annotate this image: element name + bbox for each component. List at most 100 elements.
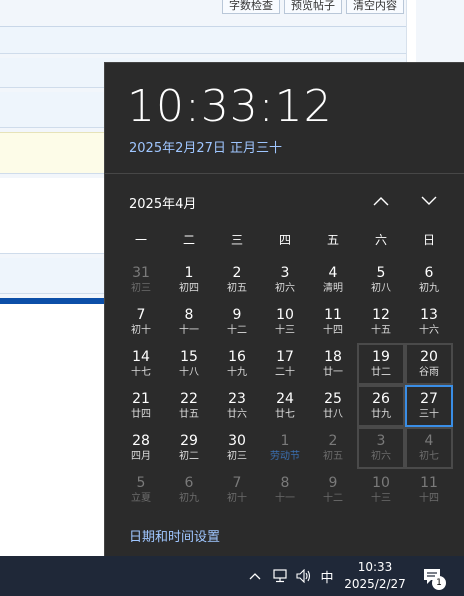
calendar-lunar-date: 十一: [275, 493, 295, 504]
clear-content-button[interactable]: 清空内容: [346, 0, 404, 14]
action-center-button[interactable]: 1: [418, 562, 452, 592]
calendar-day-cell[interactable]: 10 十三: [357, 469, 405, 511]
previous-month-button[interactable]: [365, 187, 397, 215]
calendar-lunar-date: 初三: [227, 451, 247, 462]
calendar-day-cell[interactable]: 18 廿一: [309, 343, 357, 385]
calendar-day-number: 3: [376, 433, 386, 449]
calendar-day-number: 8: [184, 307, 194, 323]
calendar-day-cell[interactable]: 5 立夏: [117, 469, 165, 511]
network-button[interactable]: [270, 556, 290, 596]
calendar-day-number: 5: [136, 475, 146, 491]
calendar-day-cell[interactable]: 2 初五: [309, 427, 357, 469]
calendar-day-cell[interactable]: 7 初十: [213, 469, 261, 511]
calendar-day-cell[interactable]: 27 三十: [405, 385, 453, 427]
calendar-lunar-date: 十四: [419, 493, 439, 504]
calendar-day-cell[interactable]: 12 十五: [357, 301, 405, 343]
date-time-settings-link[interactable]: 日期和时间设置: [129, 526, 220, 545]
taskbar-date: 2025/2/27: [344, 577, 406, 591]
weekday-label: 日: [422, 233, 435, 247]
calendar-lunar-date: 十二: [323, 493, 343, 504]
calendar-day-cell[interactable]: 24 廿七: [261, 385, 309, 427]
calendar-day-cell[interactable]: 16 十九: [213, 343, 261, 385]
calendar-day-cell[interactable]: 14 十七: [117, 343, 165, 385]
calendar-lunar-date: 十七: [131, 367, 151, 378]
show-hidden-icons-button[interactable]: [246, 556, 264, 596]
calendar-day-cell[interactable]: 22 廿五: [165, 385, 213, 427]
calendar-day-cell[interactable]: 9 十二: [309, 469, 357, 511]
calendar-day-cell[interactable]: 9 十二: [213, 301, 261, 343]
calendar-day-cell[interactable]: 8 十一: [261, 469, 309, 511]
calendar-day-cell[interactable]: 8 十一: [165, 301, 213, 343]
volume-button[interactable]: [294, 556, 314, 596]
calendar-lunar-date: 十二: [227, 325, 247, 336]
calendar-lunar-date: 廿八: [323, 409, 343, 420]
calendar-month-title[interactable]: 2025年4月: [129, 193, 196, 212]
calendar-day-number: 9: [328, 475, 338, 491]
calendar-day-number: 7: [136, 307, 146, 323]
calendar-day-cell[interactable]: 13 十六: [405, 301, 453, 343]
calendar-day-number: 7: [232, 475, 242, 491]
calendar-day-cell[interactable]: 6 初九: [165, 469, 213, 511]
full-date-link[interactable]: 2025年2月27日 正月三十: [129, 137, 282, 156]
notification-count-badge: 1: [432, 576, 446, 590]
calendar-day-cell[interactable]: 31 初三: [117, 259, 165, 301]
calendar-lunar-date: 初九: [179, 493, 199, 504]
calendar-lunar-date: 四月: [131, 451, 151, 462]
taskbar-clock[interactable]: 10:33 2025/2/27: [342, 559, 408, 593]
calendar-lunar-date: 十八: [179, 367, 199, 378]
word-count-button[interactable]: 字数检查: [222, 0, 280, 14]
calendar-day-cell[interactable]: 23 廿六: [213, 385, 261, 427]
calendar-day-cell[interactable]: 17 二十: [261, 343, 309, 385]
calendar-lunar-date: 廿九: [371, 409, 391, 420]
clock-calendar-flyout: 10:33:12 2025年2月27日 正月三十 2025年4月 一 二 三 四…: [104, 62, 464, 556]
chevron-down-icon: [421, 196, 437, 205]
calendar-day-cell[interactable]: 4 清明: [309, 259, 357, 301]
calendar-day-number: 21: [132, 391, 150, 407]
calendar-day-number: 24: [276, 391, 294, 407]
editor-toolbar: 字数检查 预览帖子 清空内容: [222, 0, 404, 14]
network-icon: [273, 569, 287, 583]
calendar-day-cell[interactable]: 10 十三: [261, 301, 309, 343]
calendar-day-cell[interactable]: 7 初十: [117, 301, 165, 343]
next-month-button[interactable]: [413, 187, 445, 215]
preview-post-button[interactable]: 预览帖子: [284, 0, 342, 14]
calendar-day-cell[interactable]: 6 初九: [405, 259, 453, 301]
calendar-day-cell[interactable]: 1 劳动节: [261, 427, 309, 469]
calendar-day-cell[interactable]: 15 十八: [165, 343, 213, 385]
calendar-day-cell[interactable]: 11 十四: [309, 301, 357, 343]
calendar-day-cell[interactable]: 20 谷雨: [405, 343, 453, 385]
calendar-lunar-date: 廿二: [371, 367, 391, 378]
flyout-divider: [105, 173, 464, 174]
calendar-day-number: 23: [228, 391, 246, 407]
calendar-day-cell[interactable]: 19 廿二: [357, 343, 405, 385]
calendar-day-cell[interactable]: 3 初六: [261, 259, 309, 301]
calendar-day-number: 11: [420, 475, 438, 491]
input-method-indicator[interactable]: 中: [318, 556, 336, 596]
calendar-lunar-date: 十一: [179, 325, 199, 336]
weekday-label: 六: [374, 233, 387, 247]
calendar-day-cell[interactable]: 26 廿九: [357, 385, 405, 427]
calendar-lunar-date: 初十: [227, 493, 247, 504]
calendar-lunar-date: 谷雨: [419, 367, 439, 378]
calendar-day-cell[interactable]: 25 廿八: [309, 385, 357, 427]
calendar-day-number: 4: [424, 433, 434, 449]
calendar-day-cell[interactable]: 29 初二: [165, 427, 213, 469]
calendar-day-cell[interactable]: 4 初七: [405, 427, 453, 469]
calendar-lunar-date: 初八: [371, 283, 391, 294]
calendar-day-cell[interactable]: 30 初三: [213, 427, 261, 469]
calendar-lunar-date: 十四: [323, 325, 343, 336]
calendar-lunar-date: 三十: [419, 409, 439, 420]
calendar-day-number: 12: [372, 307, 390, 323]
calendar-day-cell[interactable]: 11 十四: [405, 469, 453, 511]
calendar-day-cell[interactable]: 5 初八: [357, 259, 405, 301]
calendar-day-cell[interactable]: 3 初六: [357, 427, 405, 469]
calendar-day-cell[interactable]: 28 四月: [117, 427, 165, 469]
calendar-day-number: 14: [132, 349, 150, 365]
calendar-day-cell[interactable]: 1 初四: [165, 259, 213, 301]
weekday-label: 一: [134, 233, 147, 247]
calendar-day-cell[interactable]: 2 初五: [213, 259, 261, 301]
calendar-day-cell[interactable]: 21 廿四: [117, 385, 165, 427]
calendar-lunar-date: 初六: [371, 451, 391, 462]
calendar-lunar-date: 廿五: [179, 409, 199, 420]
calendar-day-number: 18: [324, 349, 342, 365]
